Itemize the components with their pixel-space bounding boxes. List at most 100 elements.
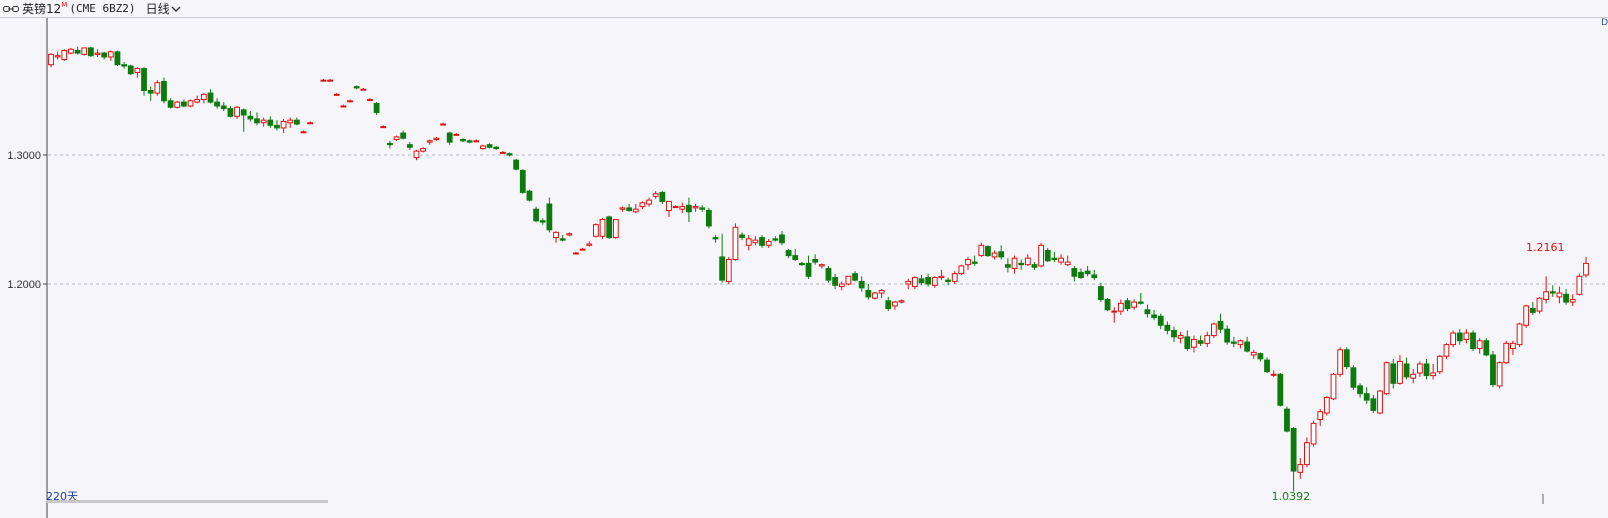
candle-body (1496, 362, 1503, 387)
candle-body (938, 275, 945, 279)
candle-body (1483, 340, 1490, 356)
candle-body (639, 202, 646, 208)
candle-body (220, 105, 227, 110)
candle-body (400, 132, 407, 139)
candle-body (1410, 373, 1417, 379)
candle-body (1051, 257, 1058, 260)
instrument-title: 英镑12 (22, 2, 62, 16)
candle-body (1397, 360, 1403, 384)
candle-body (1264, 359, 1270, 373)
candle-body (1031, 264, 1038, 268)
candle-body (971, 261, 978, 264)
candle-body (406, 144, 413, 148)
candle-body (1536, 297, 1543, 312)
candle-body (380, 126, 387, 129)
candle-body (107, 51, 114, 58)
candle-body (553, 231, 559, 239)
candle-body (1284, 408, 1290, 432)
candle-body (745, 238, 752, 246)
candle-body (114, 51, 121, 66)
candle-body (181, 101, 187, 107)
candle-body (101, 52, 108, 58)
candle-body (931, 277, 938, 286)
candle-body (759, 237, 765, 246)
candle-body (280, 120, 287, 129)
candle-body (1563, 293, 1569, 303)
candle-body (486, 144, 493, 148)
candle-body (672, 206, 679, 209)
candle-body (1151, 314, 1157, 319)
candle-body (1403, 363, 1410, 378)
candle-body (958, 265, 965, 275)
candle-body (705, 209, 712, 227)
candle-body (134, 68, 141, 73)
candle-body (1038, 244, 1045, 267)
candle-body (1011, 257, 1018, 270)
link-icon[interactable] (3, 4, 19, 14)
candle-body (1317, 411, 1324, 420)
candle-body (1111, 310, 1118, 313)
candle-body (892, 301, 898, 307)
candle-body (347, 100, 353, 103)
instrument-code: (CME 6BZ2) (69, 2, 136, 15)
candle-body (812, 258, 819, 263)
candle-body (207, 92, 214, 103)
period-selector[interactable]: 日线 (146, 0, 182, 17)
candle-body (1443, 344, 1450, 357)
candle-body (506, 153, 513, 156)
candle-body (1330, 373, 1337, 400)
candle-body (320, 79, 327, 82)
candle-body (573, 252, 579, 255)
candle-body (234, 106, 240, 117)
candle-body (785, 249, 792, 257)
candle-body (340, 105, 347, 108)
candle-body (94, 52, 101, 55)
candle-body (1018, 262, 1025, 266)
candle-body (174, 101, 181, 108)
candle-body (712, 237, 719, 240)
candle-body (832, 277, 839, 286)
scrollbar[interactable] (46, 500, 328, 503)
candle-body (925, 277, 932, 285)
candle-body (1377, 390, 1383, 414)
candle-body (1430, 372, 1437, 377)
candle-body (1217, 320, 1224, 330)
instrument-name[interactable]: 英镑12 M (CME 6BZ2) (22, 0, 136, 17)
candle-body (579, 248, 586, 251)
candle-body (626, 207, 633, 211)
candle-body (692, 206, 699, 209)
candle-body (1337, 349, 1344, 375)
candle-body (453, 133, 460, 136)
instrument-superscript: M (61, 0, 68, 9)
candle-body (739, 234, 745, 239)
candle-body (1237, 340, 1244, 346)
candle-body (798, 262, 805, 266)
candle-body (1343, 349, 1350, 368)
candle-body (68, 48, 74, 54)
candle-body (838, 283, 845, 288)
candle-body (1510, 342, 1516, 349)
candle-body (852, 273, 858, 281)
candle-body (858, 280, 865, 289)
candle-body (360, 88, 367, 91)
candle-body (327, 79, 333, 82)
candle-body (985, 246, 991, 257)
candle-body (1357, 385, 1363, 395)
candle-body (54, 55, 61, 58)
candle-body (1470, 332, 1476, 349)
candle-body (779, 234, 785, 244)
candle-body (1576, 275, 1583, 295)
candle-body (652, 193, 659, 197)
candle-body (87, 47, 94, 57)
candle-body (1556, 292, 1563, 298)
candle-body (1543, 291, 1550, 300)
candle-body (539, 220, 546, 223)
candle-body (440, 123, 446, 126)
candle-body (300, 131, 307, 134)
candle-body (127, 65, 134, 75)
candle-body (1184, 336, 1191, 350)
candle-body (1297, 464, 1304, 473)
candlestick-chart[interactable]: 1.3000 1.2000 (0, 18, 1608, 518)
candle-body (566, 233, 573, 236)
candle-body (420, 148, 427, 152)
